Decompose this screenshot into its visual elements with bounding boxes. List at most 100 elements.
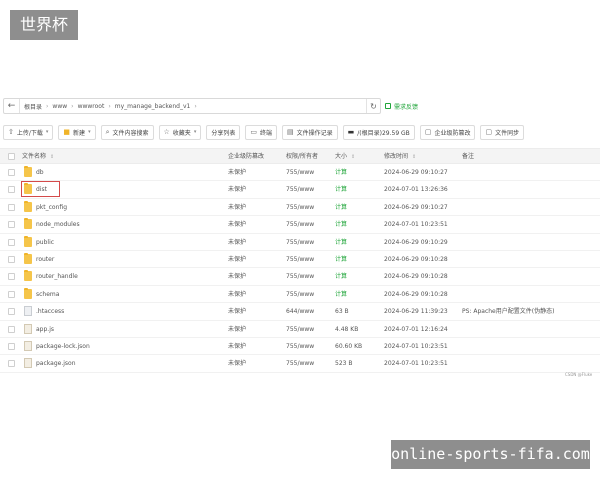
row-checkbox[interactable]: [8, 325, 15, 333]
site-watermark: online-sports-fifa.com: [391, 440, 590, 469]
permission[interactable]: 755/www: [286, 234, 314, 251]
path-box: ← 根目录 › www › wwwroot › my_manage_backen…: [3, 98, 381, 114]
table-row[interactable]: pkt_config 未保护 755/www 计算 2024-06-29 09:10:2…: [0, 199, 600, 217]
file-size[interactable]: 计算: [335, 216, 347, 233]
new-button[interactable]: ■ 新建 ▾: [58, 124, 96, 140]
modified-time: 2024-07-01 10:23:51: [384, 360, 448, 368]
file-name[interactable]: router: [36, 251, 54, 268]
file-name[interactable]: node_modules: [36, 216, 80, 233]
permission[interactable]: 755/www: [286, 181, 314, 198]
back-button[interactable]: ←: [4, 99, 20, 113]
protect-status[interactable]: 未保护: [228, 303, 246, 320]
permission[interactable]: 755/www: [286, 199, 314, 216]
table-row[interactable]: package-lock.json 未保护 755/www 60.60 KB 2024-…: [0, 338, 600, 356]
file-sync-button[interactable]: ▢ 文件同步: [480, 124, 525, 140]
share-list-button[interactable]: 分享列表: [206, 124, 241, 140]
crumb-root[interactable]: 根目录: [24, 102, 42, 111]
protect-status[interactable]: 未保护: [228, 234, 246, 251]
table-row[interactable]: router 未保护 755/www 计算 2024-06-29 09:10:28: [0, 251, 600, 269]
file-size[interactable]: 计算: [335, 286, 347, 303]
modified-time: 2024-06-29 09:10:28: [384, 290, 448, 298]
table-row[interactable]: package.json 未保护 755/www 523 B 2024-07-01 10…: [0, 355, 600, 373]
table-row[interactable]: db 未保护 755/www 计算 2024-06-29 09:10:27: [0, 164, 600, 182]
file-size[interactable]: 计算: [335, 251, 347, 268]
row-checkbox[interactable]: [8, 342, 15, 350]
row-checkbox[interactable]: [8, 221, 15, 229]
operation-log-button[interactable]: ▤ 文件操作记录: [281, 124, 338, 140]
permission[interactable]: 755/www: [286, 164, 314, 181]
col-mtime[interactable]: 修改时间 ⇕: [384, 149, 416, 165]
crumb-wwwroot[interactable]: wwwroot: [78, 103, 105, 110]
table-row[interactable]: dist 未保护 755/www 计算 2024-07-01 13:26:36: [0, 181, 600, 199]
modified-time: 2024-06-29 09:10:27: [384, 169, 448, 176]
row-checkbox[interactable]: [8, 255, 15, 263]
protect-status[interactable]: 未保护: [228, 268, 246, 285]
col-mtime-label: 修改时间: [384, 153, 409, 160]
permission[interactable]: 755/www: [286, 251, 314, 268]
modified-time: 2024-07-01 13:26:36: [384, 186, 448, 194]
protect-status[interactable]: 未保护: [228, 251, 246, 268]
file-name[interactable]: public: [36, 234, 54, 251]
permission[interactable]: 644/www: [286, 303, 314, 320]
protect-status[interactable]: 未保护: [228, 321, 246, 338]
protect-status[interactable]: 未保护: [228, 286, 246, 303]
row-checkbox[interactable]: [8, 308, 15, 316]
file-name[interactable]: router_handle: [36, 268, 78, 285]
file-size[interactable]: 计算: [335, 164, 347, 181]
protect-status[interactable]: 未保护: [228, 181, 246, 198]
disk-icon: ▬: [347, 128, 355, 136]
table-row[interactable]: router_handle 未保护 755/www 计算 2024-06-29 09:1…: [0, 268, 600, 286]
table-row[interactable]: node_modules 未保护 755/www 计算 2024-07-01 10:23…: [0, 216, 600, 234]
feedback-link[interactable]: 需求反馈: [385, 102, 418, 111]
file-size[interactable]: 计算: [335, 199, 347, 216]
table-row[interactable]: .htaccess 未保护 644/www 63 B 2024-06-29 11:39:…: [0, 303, 600, 321]
protect-status[interactable]: 未保护: [228, 355, 246, 372]
row-checkbox[interactable]: [8, 290, 15, 298]
row-checkbox[interactable]: [8, 169, 15, 176]
col-name[interactable]: 文件名称 ⇕: [22, 149, 54, 165]
terminal-button[interactable]: ▭ 终端: [245, 124, 277, 140]
file-size[interactable]: 计算: [335, 268, 347, 285]
sort-icon: ⇕: [412, 154, 417, 160]
table-row[interactable]: public 未保护 755/www 计算 2024-06-29 09:10:29: [0, 234, 600, 251]
disk-button[interactable]: ▬/(根目录)29.59 GB: [342, 124, 415, 140]
file-name[interactable]: schema: [36, 286, 59, 303]
file-size[interactable]: 计算: [335, 181, 347, 198]
permission[interactable]: 755/www: [286, 338, 314, 355]
row-checkbox[interactable]: [8, 360, 15, 368]
permission[interactable]: 755/www: [286, 286, 314, 303]
permission[interactable]: 755/www: [286, 268, 314, 285]
crumb-www[interactable]: www: [52, 103, 67, 110]
protect-status[interactable]: 未保护: [228, 216, 246, 233]
protect-status[interactable]: 未保护: [228, 199, 246, 216]
crumb-project[interactable]: my_manage_backend_v1: [115, 103, 191, 110]
upload-download-button[interactable]: ⇧ 上传/下载 ▾: [3, 124, 54, 140]
protect-status[interactable]: 未保护: [228, 164, 246, 181]
row-checkbox[interactable]: [8, 203, 15, 211]
refresh-button[interactable]: ↻: [366, 99, 380, 113]
col-size[interactable]: 大小 ⇕: [335, 149, 355, 165]
permission[interactable]: 755/www: [286, 321, 314, 338]
file-name[interactable]: package-lock.json: [36, 338, 90, 355]
select-all-checkbox[interactable]: [8, 153, 15, 160]
permission[interactable]: 755/www: [286, 216, 314, 233]
table-row[interactable]: app.js 未保护 755/www 4.48 KB 2024-07-01 12:16:…: [0, 321, 600, 338]
file-name[interactable]: db: [36, 164, 44, 181]
favorites-button[interactable]: ☆ 收藏夹 ▾: [158, 124, 202, 140]
permission[interactable]: 755/www: [286, 355, 314, 372]
log-icon: ▤: [286, 128, 294, 136]
protect-status[interactable]: 未保护: [228, 338, 246, 355]
table-row[interactable]: schema 未保护 755/www 计算 2024-06-29 09:10:28: [0, 286, 600, 304]
file-name[interactable]: app.js: [36, 321, 54, 338]
upload-icon: ⇧: [8, 128, 14, 136]
file-name[interactable]: pkt_config: [36, 199, 67, 216]
enterprise-protect-button[interactable]: ▢ 企业级防篡改: [419, 124, 476, 140]
disk-label: /(根目录)29.59 GB: [357, 129, 410, 137]
row-checkbox[interactable]: [8, 238, 15, 246]
row-checkbox[interactable]: [8, 186, 15, 194]
content-search-button[interactable]: ⌕ 文件内容搜索: [100, 124, 154, 140]
file-name[interactable]: package.json: [36, 355, 76, 372]
file-name[interactable]: .htaccess: [36, 303, 64, 320]
file-size[interactable]: 计算: [335, 234, 347, 251]
row-checkbox[interactable]: [8, 273, 15, 281]
